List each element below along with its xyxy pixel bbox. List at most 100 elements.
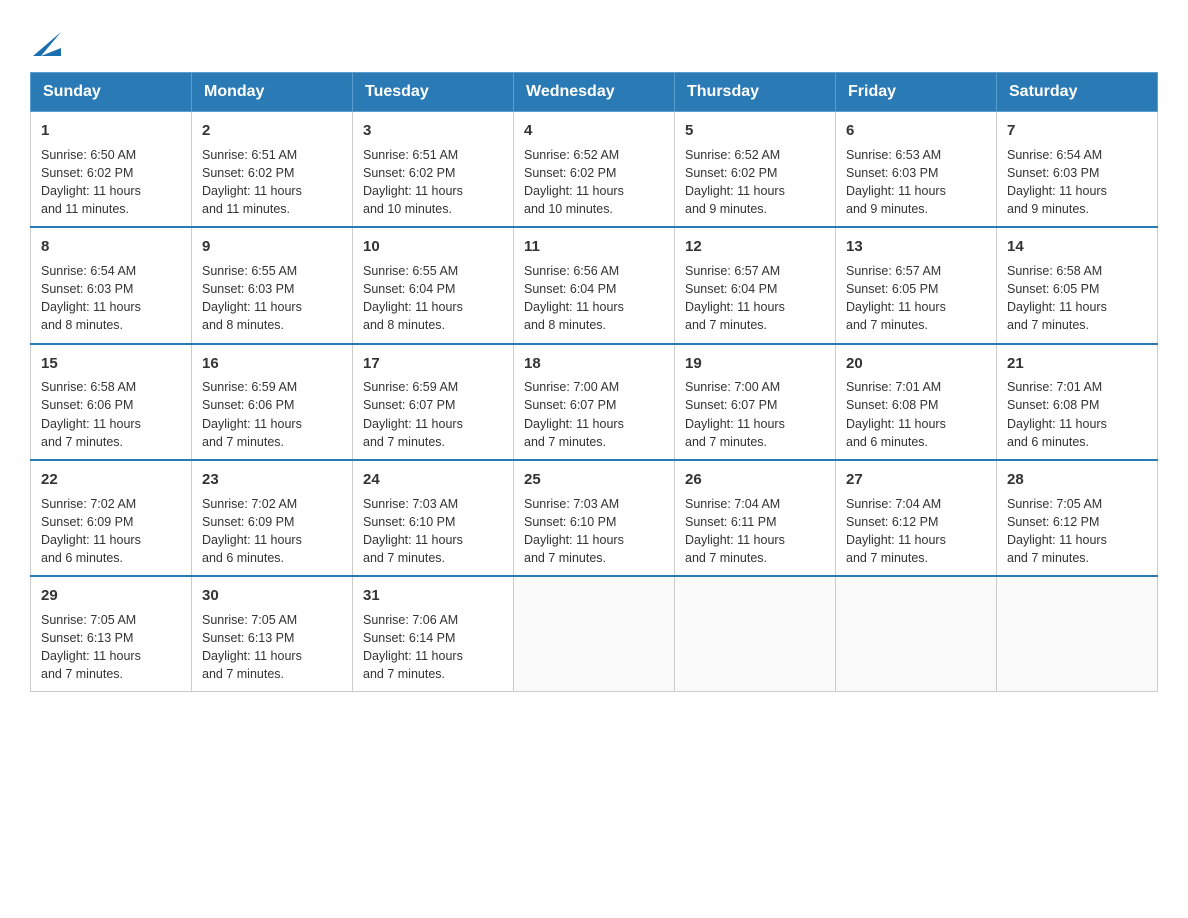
calendar-cell: 16 Sunrise: 6:59 AM Sunset: 6:06 PM Dayli… bbox=[192, 344, 353, 460]
day-info: Sunrise: 7:03 AM Sunset: 6:10 PM Dayligh… bbox=[524, 495, 664, 568]
calendar-cell: 12 Sunrise: 6:57 AM Sunset: 6:04 PM Dayli… bbox=[675, 227, 836, 343]
day-number: 3 bbox=[363, 120, 503, 142]
calendar-cell: 15 Sunrise: 6:58 AM Sunset: 6:06 PM Dayli… bbox=[31, 344, 192, 460]
day-info: Sunrise: 7:00 AM Sunset: 6:07 PM Dayligh… bbox=[524, 378, 664, 451]
calendar-cell: 7Sunrise: 6:54 AM Sunset: 6:03 PM Daylig… bbox=[997, 112, 1158, 228]
day-number: 29 bbox=[41, 585, 181, 607]
day-number: 24 bbox=[363, 469, 503, 491]
calendar-cell: 26 Sunrise: 7:04 AM Sunset: 6:11 PM Dayli… bbox=[675, 460, 836, 576]
calendar-cell: 3 Sunrise: 6:51 AM Sunset: 6:02 PM Daylig… bbox=[353, 112, 514, 228]
day-header-thursday: Thursday bbox=[675, 73, 836, 112]
logo-line1 bbox=[30, 30, 61, 56]
calendar-cell: 29 Sunrise: 7:05 AM Sunset: 6:13 PM Dayli… bbox=[31, 576, 192, 692]
day-number: 2 bbox=[202, 120, 342, 142]
day-info: Sunrise: 7:04 AM Sunset: 6:12 PM Dayligh… bbox=[846, 495, 986, 568]
calendar-cell bbox=[836, 576, 997, 692]
day-number: 8 bbox=[41, 236, 181, 258]
day-number: 16 bbox=[202, 353, 342, 375]
calendar-week-row: 8 Sunrise: 6:54 AM Sunset: 6:03 PM Daylig… bbox=[31, 227, 1158, 343]
day-number: 10 bbox=[363, 236, 503, 258]
day-info: Sunrise: 7:00 AM Sunset: 6:07 PM Dayligh… bbox=[685, 378, 825, 451]
day-number: 18 bbox=[524, 353, 664, 375]
day-info: Sunrise: 6:54 AM Sunset: 6:03 PM Dayligh… bbox=[41, 262, 181, 335]
day-info: Sunrise: 6:59 AM Sunset: 6:06 PM Dayligh… bbox=[202, 378, 342, 451]
day-number: 20 bbox=[846, 353, 986, 375]
day-number: 27 bbox=[846, 469, 986, 491]
day-number: 5 bbox=[685, 120, 825, 142]
day-info: Sunrise: 6:50 AM Sunset: 6:02 PM Dayligh… bbox=[41, 146, 181, 219]
day-info: Sunrise: 6:52 AM Sunset: 6:02 PM Dayligh… bbox=[685, 146, 825, 219]
day-info: Sunrise: 7:02 AM Sunset: 6:09 PM Dayligh… bbox=[41, 495, 181, 568]
day-number: 31 bbox=[363, 585, 503, 607]
day-info: Sunrise: 7:02 AM Sunset: 6:09 PM Dayligh… bbox=[202, 495, 342, 568]
day-info: Sunrise: 6:58 AM Sunset: 6:06 PM Dayligh… bbox=[41, 378, 181, 451]
day-info: Sunrise: 7:03 AM Sunset: 6:10 PM Dayligh… bbox=[363, 495, 503, 568]
day-info: Sunrise: 7:06 AM Sunset: 6:14 PM Dayligh… bbox=[363, 611, 503, 684]
day-info: Sunrise: 7:05 AM Sunset: 6:12 PM Dayligh… bbox=[1007, 495, 1147, 568]
calendar-cell: 2 Sunrise: 6:51 AM Sunset: 6:02 PM Daylig… bbox=[192, 112, 353, 228]
page-header bbox=[30, 30, 1158, 52]
calendar-cell: 11Sunrise: 6:56 AM Sunset: 6:04 PM Dayli… bbox=[514, 227, 675, 343]
day-info: Sunrise: 6:51 AM Sunset: 6:02 PM Dayligh… bbox=[363, 146, 503, 219]
calendar-cell: 24 Sunrise: 7:03 AM Sunset: 6:10 PM Dayli… bbox=[353, 460, 514, 576]
day-number: 26 bbox=[685, 469, 825, 491]
calendar-cell: 4 Sunrise: 6:52 AM Sunset: 6:02 PM Daylig… bbox=[514, 112, 675, 228]
day-info: Sunrise: 7:05 AM Sunset: 6:13 PM Dayligh… bbox=[41, 611, 181, 684]
calendar-cell: 20 Sunrise: 7:01 AM Sunset: 6:08 PM Dayli… bbox=[836, 344, 997, 460]
day-number: 22 bbox=[41, 469, 181, 491]
day-number: 28 bbox=[1007, 469, 1147, 491]
day-info: Sunrise: 6:51 AM Sunset: 6:02 PM Dayligh… bbox=[202, 146, 342, 219]
calendar-cell: 10 Sunrise: 6:55 AM Sunset: 6:04 PM Dayli… bbox=[353, 227, 514, 343]
calendar-cell: 8 Sunrise: 6:54 AM Sunset: 6:03 PM Daylig… bbox=[31, 227, 192, 343]
day-info: Sunrise: 6:52 AM Sunset: 6:02 PM Dayligh… bbox=[524, 146, 664, 219]
day-number: 12 bbox=[685, 236, 825, 258]
calendar-cell bbox=[675, 576, 836, 692]
calendar-cell: 5 Sunrise: 6:52 AM Sunset: 6:02 PM Daylig… bbox=[675, 112, 836, 228]
day-number: 9 bbox=[202, 236, 342, 258]
calendar-table: SundayMondayTuesdayWednesdayThursdayFrid… bbox=[30, 72, 1158, 692]
calendar-week-row: 29 Sunrise: 7:05 AM Sunset: 6:13 PM Dayli… bbox=[31, 576, 1158, 692]
calendar-cell: 18 Sunrise: 7:00 AM Sunset: 6:07 PM Dayli… bbox=[514, 344, 675, 460]
calendar-cell: 17Sunrise: 6:59 AM Sunset: 6:07 PM Dayli… bbox=[353, 344, 514, 460]
day-number: 23 bbox=[202, 469, 342, 491]
day-number: 11 bbox=[524, 236, 664, 258]
calendar-cell: 22 Sunrise: 7:02 AM Sunset: 6:09 PM Dayli… bbox=[31, 460, 192, 576]
calendar-cell: 23 Sunrise: 7:02 AM Sunset: 6:09 PM Dayli… bbox=[192, 460, 353, 576]
day-header-saturday: Saturday bbox=[997, 73, 1158, 112]
day-info: Sunrise: 6:55 AM Sunset: 6:03 PM Dayligh… bbox=[202, 262, 342, 335]
day-info: Sunrise: 6:57 AM Sunset: 6:05 PM Dayligh… bbox=[846, 262, 986, 335]
day-number: 13 bbox=[846, 236, 986, 258]
day-header-tuesday: Tuesday bbox=[353, 73, 514, 112]
day-header-monday: Monday bbox=[192, 73, 353, 112]
day-info: Sunrise: 7:01 AM Sunset: 6:08 PM Dayligh… bbox=[846, 378, 986, 451]
calendar-cell bbox=[514, 576, 675, 692]
calendar-cell: 13 Sunrise: 6:57 AM Sunset: 6:05 PM Dayli… bbox=[836, 227, 997, 343]
day-number: 30 bbox=[202, 585, 342, 607]
logo bbox=[30, 30, 61, 52]
day-info: Sunrise: 7:04 AM Sunset: 6:11 PM Dayligh… bbox=[685, 495, 825, 568]
calendar-week-row: 1Sunrise: 6:50 AM Sunset: 6:02 PM Daylig… bbox=[31, 112, 1158, 228]
calendar-cell: 30 Sunrise: 7:05 AM Sunset: 6:13 PM Dayli… bbox=[192, 576, 353, 692]
day-info: Sunrise: 7:05 AM Sunset: 6:13 PM Dayligh… bbox=[202, 611, 342, 684]
day-info: Sunrise: 6:59 AM Sunset: 6:07 PM Dayligh… bbox=[363, 378, 503, 451]
day-info: Sunrise: 7:01 AM Sunset: 6:08 PM Dayligh… bbox=[1007, 378, 1147, 451]
calendar-cell: 28 Sunrise: 7:05 AM Sunset: 6:12 PM Dayli… bbox=[997, 460, 1158, 576]
calendar-header-row: SundayMondayTuesdayWednesdayThursdayFrid… bbox=[31, 73, 1158, 112]
day-info: Sunrise: 6:53 AM Sunset: 6:03 PM Dayligh… bbox=[846, 146, 986, 219]
day-number: 15 bbox=[41, 353, 181, 375]
day-header-wednesday: Wednesday bbox=[514, 73, 675, 112]
day-info: Sunrise: 6:57 AM Sunset: 6:04 PM Dayligh… bbox=[685, 262, 825, 335]
day-number: 19 bbox=[685, 353, 825, 375]
day-number: 7 bbox=[1007, 120, 1147, 142]
day-number: 14 bbox=[1007, 236, 1147, 258]
day-number: 6 bbox=[846, 120, 986, 142]
calendar-cell bbox=[997, 576, 1158, 692]
calendar-week-row: 15 Sunrise: 6:58 AM Sunset: 6:06 PM Dayli… bbox=[31, 344, 1158, 460]
day-number: 4 bbox=[524, 120, 664, 142]
day-info: Sunrise: 6:55 AM Sunset: 6:04 PM Dayligh… bbox=[363, 262, 503, 335]
calendar-cell: 6 Sunrise: 6:53 AM Sunset: 6:03 PM Daylig… bbox=[836, 112, 997, 228]
day-header-friday: Friday bbox=[836, 73, 997, 112]
day-header-sunday: Sunday bbox=[31, 73, 192, 112]
day-info: Sunrise: 6:58 AM Sunset: 6:05 PM Dayligh… bbox=[1007, 262, 1147, 335]
calendar-cell: 27 Sunrise: 7:04 AM Sunset: 6:12 PM Dayli… bbox=[836, 460, 997, 576]
